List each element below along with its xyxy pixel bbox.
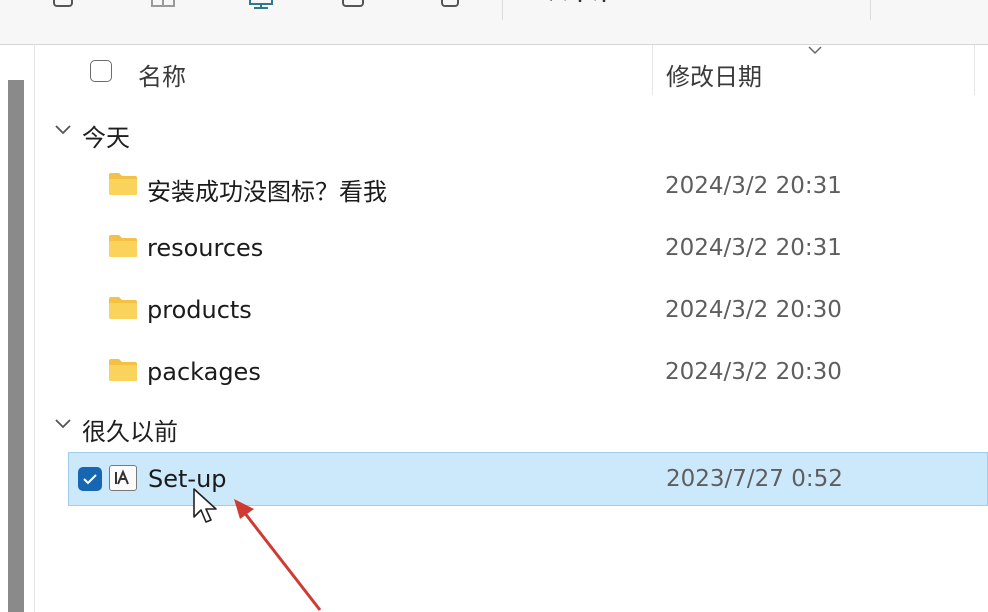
file-row[interactable]: products 2024/3/2 20:30	[68, 284, 988, 338]
adobe-app-icon	[109, 465, 137, 491]
folder-icon	[109, 235, 137, 257]
file-date: 2024/3/2 20:31	[665, 173, 842, 199]
toolbar-divider	[870, 0, 871, 20]
folder-icon	[109, 173, 137, 195]
mouse-cursor-icon	[193, 488, 217, 523]
toolbar-divider	[502, 0, 503, 20]
column-header: 名称 修改日期	[36, 45, 988, 99]
pane-divider	[34, 44, 35, 612]
column-name-header[interactable]: 名称	[138, 57, 186, 92]
file-name: resources	[147, 234, 264, 262]
file-row[interactable]: packages 2024/3/2 20:30	[68, 346, 988, 400]
checkmark-icon	[83, 474, 97, 485]
column-date-modified-header[interactable]: 修改日期	[666, 57, 762, 92]
folder-icon	[109, 359, 137, 381]
copy-icon[interactable]	[150, 0, 178, 10]
rename-icon[interactable]	[340, 0, 368, 10]
folder-icon	[109, 297, 137, 319]
chevron-down-icon	[55, 125, 71, 135]
adobe-logo-icon	[115, 469, 129, 485]
sort-chevron-down-icon	[808, 46, 822, 55]
file-date: 2024/3/2 20:31	[665, 235, 842, 261]
file-date: 2023/7/27 0:52	[666, 466, 843, 492]
file-name: 安装成功没图标？看我	[147, 178, 387, 206]
sort-menu-icon[interactable]	[540, 0, 630, 10]
cut-icon[interactable]	[52, 0, 74, 10]
command-bar	[0, 0, 988, 45]
paste-icon[interactable]	[248, 0, 276, 10]
file-date: 2024/3/2 20:30	[665, 359, 842, 385]
navigation-pane-scrollbar[interactable]	[8, 80, 24, 612]
column-divider[interactable]	[652, 45, 653, 95]
group-label: 很久以前	[82, 418, 178, 446]
chevron-down-icon	[55, 419, 71, 429]
file-date: 2024/3/2 20:30	[665, 297, 842, 323]
file-row[interactable]: 安装成功没图标？看我 2024/3/2 20:31	[68, 160, 988, 214]
row-checkbox-checked[interactable]	[78, 467, 102, 491]
file-name: packages	[147, 358, 261, 386]
file-name: products	[147, 296, 252, 324]
column-divider[interactable]	[974, 45, 975, 95]
select-all-checkbox[interactable]	[90, 60, 112, 82]
view-menu-icon[interactable]	[710, 0, 820, 10]
file-row[interactable]: resources 2024/3/2 20:31	[68, 222, 988, 276]
group-label: 今天	[82, 124, 130, 152]
share-icon[interactable]	[438, 0, 466, 10]
